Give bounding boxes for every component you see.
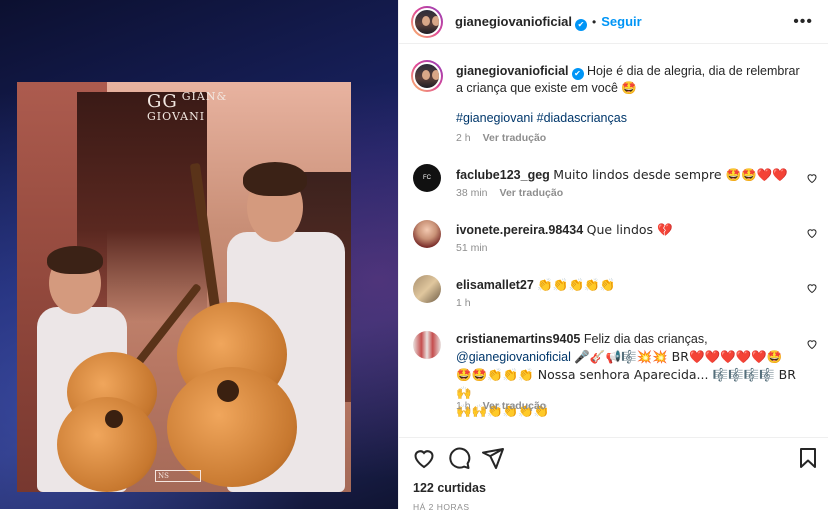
caption-translate[interactable]: Ver tradução <box>483 132 547 144</box>
caption-time[interactable]: 2 h <box>456 132 471 144</box>
photo-corner-logo: NS <box>155 470 201 482</box>
comment-meta: 38 min Ver tradução <box>456 187 563 199</box>
comment-body-line3: 🤩🤩👏👏👏 Nossa senhora Aparecida... 🎼🎼🎼🎼 BR… <box>456 367 796 400</box>
comment-translate[interactable]: Ver tradução <box>500 187 564 199</box>
comment-body: Muito lindos desde sempre 🤩🤩❤️❤️ <box>553 167 788 182</box>
heart-icon[interactable] <box>806 338 818 350</box>
post-header: gianegiovanioficial ✔ • Seguir ••• <box>399 0 828 44</box>
comment-avatar[interactable] <box>413 331 441 359</box>
comment-text: ivonete.pereira.98434 Que lindos 💔 <box>456 221 801 239</box>
comment-time[interactable]: 1 h <box>456 400 471 412</box>
comment-body: Feliz dia das crianças, <box>583 332 708 346</box>
comment-time[interactable]: 51 min <box>456 242 488 254</box>
follow-button[interactable]: Seguir <box>601 14 641 29</box>
heart-icon[interactable] <box>806 227 818 239</box>
comment-username[interactable]: faclube123_geg <box>456 168 550 182</box>
post-side-panel: gianegiovanioficial ✔ • Seguir ••• gianegio… <box>398 0 828 512</box>
post-timestamp[interactable]: HÁ 2 HORAS <box>413 502 470 512</box>
caption-username[interactable]: gianegiovanioficial <box>456 64 569 78</box>
share-icon[interactable] <box>481 446 505 470</box>
caption-text: gianegiovanioficial ✔ Hoje é dia de alegr… <box>456 63 801 97</box>
heart-icon[interactable] <box>806 282 818 294</box>
comment-icon[interactable] <box>447 446 471 470</box>
comment-body: 👏👏👏👏👏 <box>537 277 616 292</box>
caption-hashtags[interactable]: #gianegiovani #diadascrianças <box>456 110 801 127</box>
post-media[interactable]: GG GIAN& GIOVANI NS <box>0 0 398 509</box>
post-actions: 122 curtidas HÁ 2 HORAS <box>399 437 828 512</box>
heart-icon[interactable] <box>806 172 818 184</box>
comment-username[interactable]: cristianemartins9405 <box>456 332 580 346</box>
post-photo: GG GIAN& GIOVANI NS <box>17 82 351 492</box>
comment-username[interactable]: elisamallet27 <box>456 278 534 292</box>
caption-avatar[interactable] <box>411 60 443 92</box>
comment-avatar[interactable] <box>413 220 441 248</box>
more-icon[interactable]: ••• <box>793 13 813 31</box>
comment-time[interactable]: 38 min <box>456 187 488 199</box>
comment-meta: 1 h Ver tradução <box>456 400 546 412</box>
photo-child-right <box>167 152 351 492</box>
author-username[interactable]: gianegiovanioficial <box>455 14 572 29</box>
comment-mention[interactable]: @gianegiovanioficial <box>456 350 571 364</box>
like-heart-icon[interactable] <box>412 446 436 470</box>
bookmark-icon[interactable] <box>796 446 820 470</box>
comment-time[interactable]: 1 h <box>456 297 471 309</box>
verified-icon: ✔ <box>575 19 588 31</box>
comment-text: elisamallet27 👏👏👏👏👏 <box>456 276 801 294</box>
caption-meta: 2 h Ver tradução <box>456 132 546 144</box>
comment-username[interactable]: ivonete.pereira.98434 <box>456 223 583 237</box>
comment-avatar[interactable] <box>413 275 441 303</box>
comment-meta: 51 min <box>456 242 488 254</box>
photo-watermark: GG GIAN& GIOVANI <box>147 90 228 123</box>
verified-icon: ✔ <box>571 68 584 80</box>
comment-body: Que lindos 💔 <box>586 222 673 237</box>
separator-dot: • <box>592 15 597 29</box>
comment-body-line2: 🎤🎸📢🎼💥💥 BR❤️❤️❤️❤️❤️🤩 <box>574 349 783 364</box>
comment-translate[interactable]: Ver tradução <box>483 400 547 412</box>
author-avatar[interactable] <box>411 6 443 38</box>
comment-avatar[interactable]: FC <box>413 164 441 192</box>
likes-count[interactable]: 122 curtidas <box>413 481 486 495</box>
comment-text: faclube123_geg Muito lindos desde sempre… <box>456 166 801 184</box>
photo-child-left <box>27 222 202 492</box>
comment-meta: 1 h <box>456 297 471 309</box>
